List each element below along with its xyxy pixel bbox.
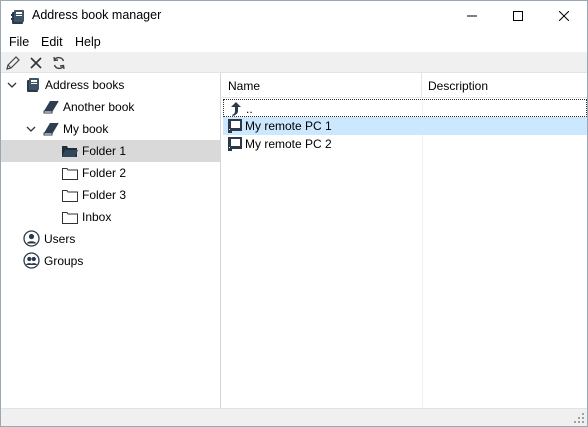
tree-item-label: Address books <box>45 78 125 92</box>
status-bar <box>1 408 587 426</box>
tree-item-address-books[interactable]: Address books <box>1 74 221 96</box>
tree-item-label: Folder 3 <box>82 188 127 202</box>
list-item-name: My remote PC 1 <box>245 119 332 133</box>
maximize-button[interactable] <box>495 1 541 31</box>
column-header-label: Description <box>428 79 489 93</box>
resize-grip-icon[interactable] <box>573 412 585 424</box>
close-icon <box>559 11 569 21</box>
tree-item-label: Folder 1 <box>82 144 127 158</box>
folder-icon <box>62 212 78 224</box>
title-bar[interactable]: Address book manager <box>1 1 587 31</box>
tree-item-folder-3[interactable]: Folder 3 <box>1 184 221 206</box>
tree-item-label: Users <box>44 232 76 246</box>
list-view[interactable]: Name Description .. My remote PC 1 My re… <box>222 73 587 408</box>
menu-help[interactable]: Help <box>75 35 101 49</box>
menu-bar: File Edit Help <box>1 32 587 52</box>
column-header-name[interactable]: Name <box>222 73 422 98</box>
minimize-icon <box>467 15 477 17</box>
column-header-label: Name <box>228 79 261 93</box>
toolbar <box>1 52 587 73</box>
tree-item-label: My book <box>63 122 109 136</box>
tree-item-label: Groups <box>44 254 84 268</box>
book-icon <box>43 100 59 114</box>
list-item-remote-pc-1[interactable]: My remote PC 1 <box>223 117 587 135</box>
up-arrow-icon <box>231 102 241 116</box>
chevron-down-icon[interactable] <box>25 123 37 135</box>
folder-icon <box>62 190 78 202</box>
close-button[interactable] <box>541 1 587 31</box>
tree-item-label: Folder 2 <box>82 166 127 180</box>
menu-file[interactable]: File <box>9 35 29 49</box>
delete-x-icon[interactable] <box>27 54 45 72</box>
tree-item-users[interactable]: Users <box>1 228 221 250</box>
minimize-button[interactable] <box>449 1 495 31</box>
tree-item-label: Another book <box>63 100 135 114</box>
window-title: Address book manager <box>32 8 162 22</box>
list-item-name: .. <box>246 102 253 116</box>
tree-view[interactable]: Address books Another book My book Folde… <box>1 73 221 408</box>
computer-icon <box>228 119 242 133</box>
computer-icon <box>228 137 242 151</box>
group-icon <box>23 252 40 269</box>
folder-icon <box>62 168 78 180</box>
tree-item-label: Inbox <box>82 210 112 224</box>
address-book-icon <box>27 78 39 92</box>
list-item-name: My remote PC 2 <box>245 137 332 151</box>
app-window: Address book manager File Edit Help Addr… <box>0 0 588 427</box>
chevron-down-icon[interactable] <box>6 79 18 91</box>
tree-item-another-book[interactable]: Another book <box>1 96 221 118</box>
tree-item-my-book[interactable]: My book <box>1 118 221 140</box>
list-item-remote-pc-2[interactable]: My remote PC 2 <box>223 135 587 153</box>
address-book-icon <box>11 10 24 24</box>
user-icon <box>23 230 40 247</box>
list-item-parent[interactable]: .. <box>223 99 587 117</box>
maximize-icon <box>513 11 523 21</box>
book-icon <box>43 122 59 136</box>
column-header-description[interactable]: Description <box>422 73 587 98</box>
tree-item-inbox[interactable]: Inbox <box>1 206 221 228</box>
tree-item-folder-1[interactable]: Folder 1 <box>1 140 221 162</box>
tree-item-folder-2[interactable]: Folder 2 <box>1 162 221 184</box>
refresh-icon[interactable] <box>50 54 68 72</box>
tree-item-groups[interactable]: Groups <box>1 250 221 272</box>
folder-open-icon <box>62 146 78 157</box>
pencil-icon[interactable] <box>4 54 22 72</box>
menu-edit[interactable]: Edit <box>41 35 63 49</box>
